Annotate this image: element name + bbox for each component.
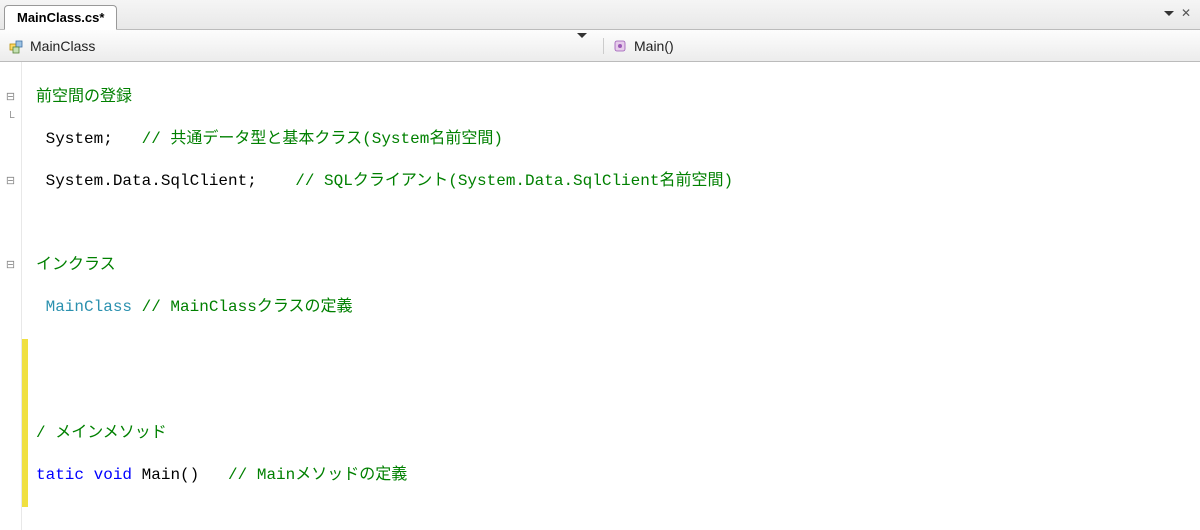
- class-navigator[interactable]: MainClass: [0, 38, 604, 54]
- fold-gutter: ⊟ └ ⊟ ⊟: [0, 62, 22, 530]
- class-dropdown-icon[interactable]: [577, 38, 595, 53]
- class-name: MainClass: [30, 38, 95, 54]
- comment: 前空間の登録: [36, 88, 132, 106]
- file-tab[interactable]: MainClass.cs*: [4, 5, 117, 30]
- tab-label: MainClass.cs*: [17, 10, 104, 25]
- navigation-bar: MainClass Main(): [0, 30, 1200, 62]
- type-name: MainClass: [36, 298, 132, 316]
- fold-toggle[interactable]: ⊟: [0, 171, 21, 192]
- fold-corner: └: [0, 108, 21, 129]
- comment: / メインメソッド: [36, 424, 167, 442]
- fold-toggle[interactable]: ⊟: [0, 87, 21, 108]
- comment: // MainClassクラスの定義: [132, 298, 353, 316]
- comment: // SQLクライアント(System.Data.SqlClient名前空間): [295, 172, 733, 190]
- tab-bar: MainClass.cs* ✕: [0, 0, 1200, 30]
- tab-close-icon[interactable]: ✕: [1178, 6, 1194, 20]
- comment: // 共通データ型と基本クラス(System名前空間): [142, 130, 503, 148]
- keyword: tatic: [36, 466, 84, 484]
- code-content[interactable]: 前空間の登録 System; // 共通データ型と基本クラス(System名前空…: [28, 62, 1200, 530]
- code-editor[interactable]: ⊟ └ ⊟ ⊟ 前空間の登録 System; // 共通データ型と基本クラス(S…: [0, 62, 1200, 530]
- method-icon: [612, 38, 628, 54]
- class-icon: [8, 38, 24, 54]
- comment: // Mainメソッドの定義: [228, 466, 407, 484]
- method-name: Main(): [634, 38, 674, 54]
- method-navigator[interactable]: Main(): [604, 38, 1200, 54]
- tab-controls: ✕: [1164, 6, 1194, 20]
- tab-dropdown-icon[interactable]: [1164, 11, 1174, 16]
- fold-toggle[interactable]: ⊟: [0, 255, 21, 276]
- comment: インクラス: [36, 256, 116, 274]
- keyword: void: [84, 466, 132, 484]
